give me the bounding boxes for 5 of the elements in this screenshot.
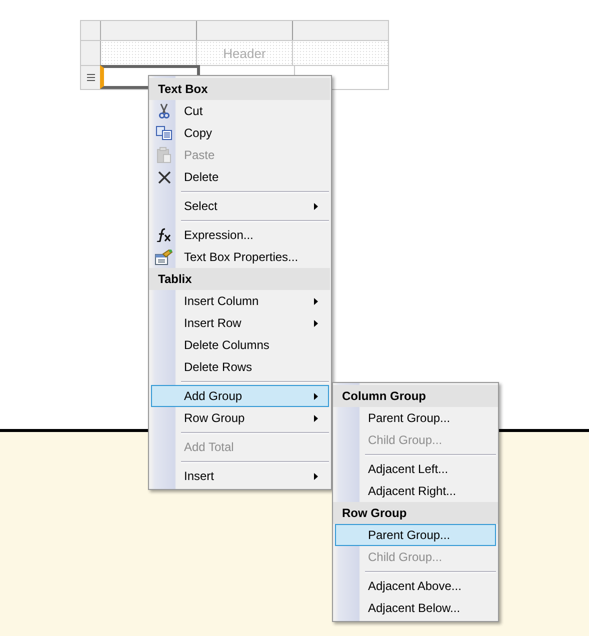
menu-section-header: Tablix [149,268,330,290]
menu-section-header: Row Group [333,502,498,524]
menu-section-header: Column Group [333,385,498,407]
menu-section-header: Text Box [149,78,330,100]
header-text: Header [223,46,266,60]
